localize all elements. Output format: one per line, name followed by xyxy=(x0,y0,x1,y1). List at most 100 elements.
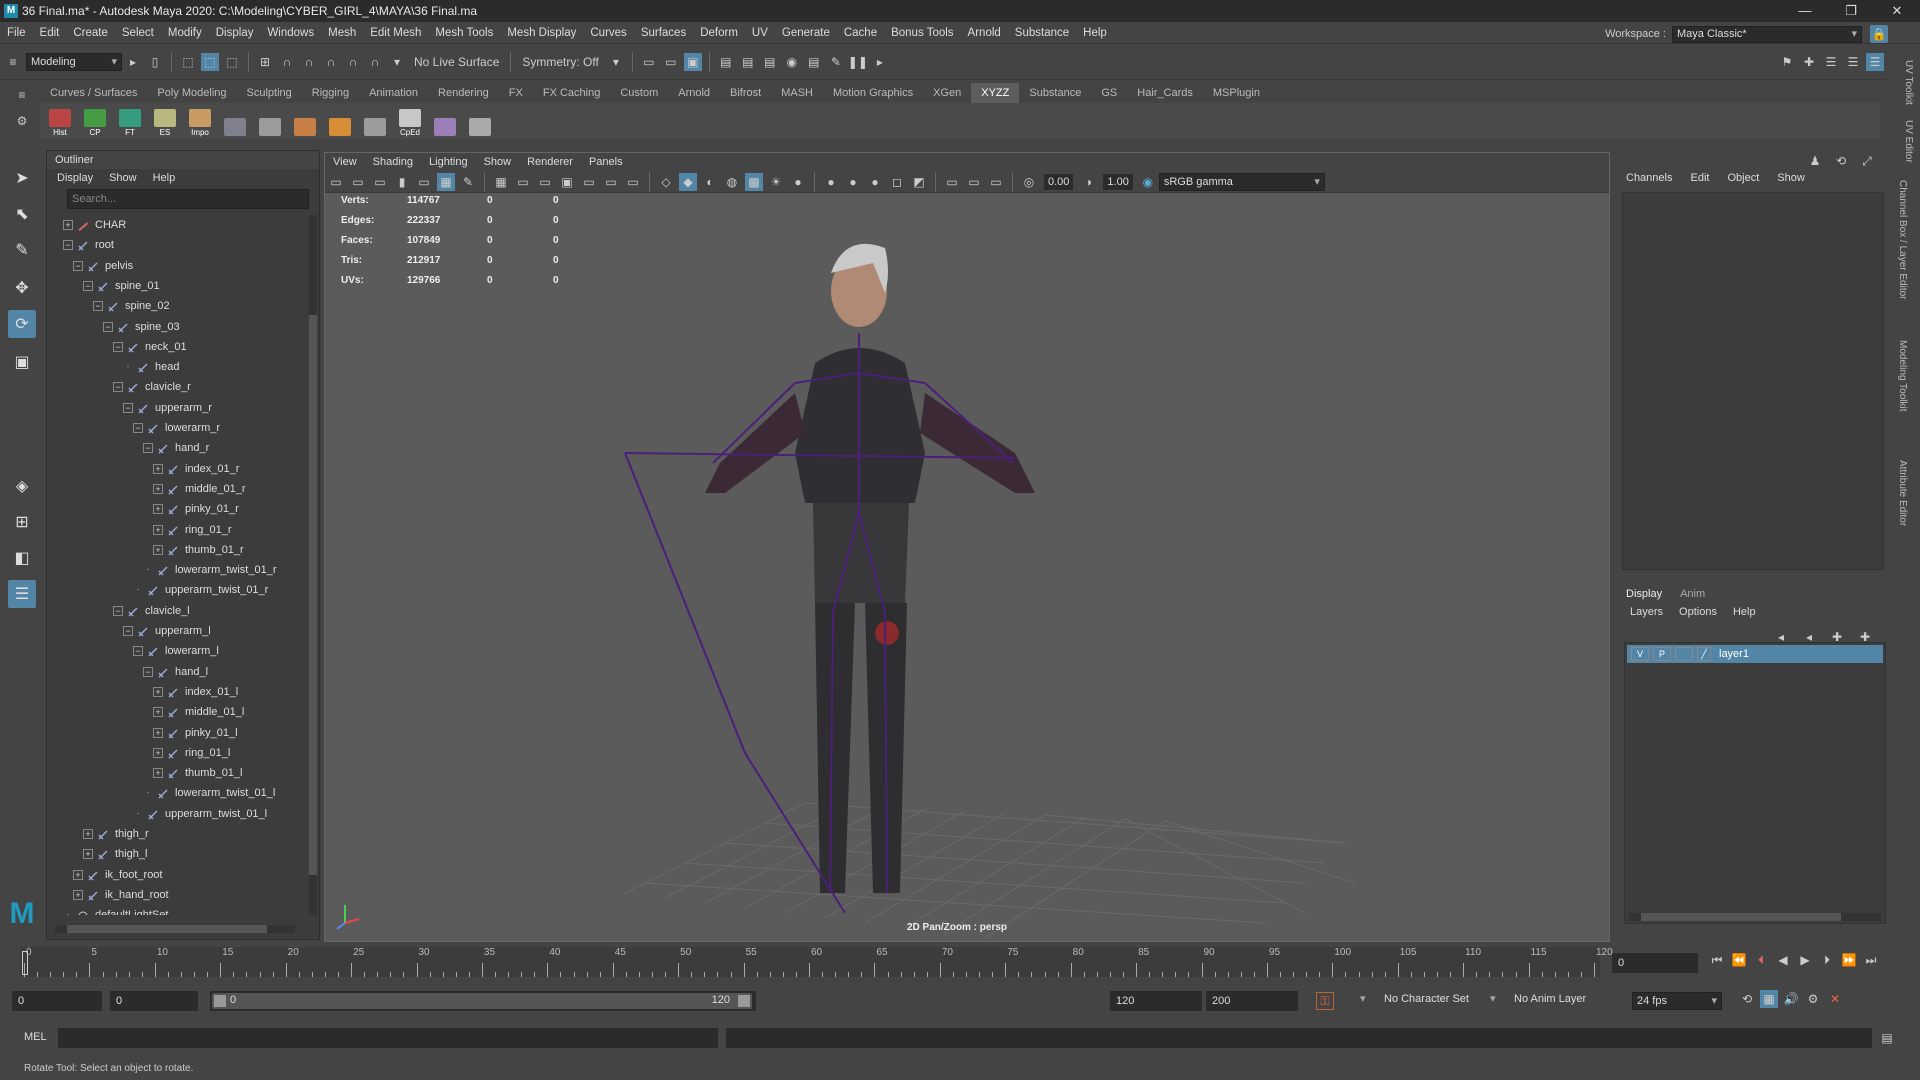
move-tool-icon[interactable]: ✥ xyxy=(8,274,36,302)
outliner-item[interactable]: + pinky_01_l xyxy=(153,723,238,743)
menu-display[interactable]: Display xyxy=(209,27,261,39)
outliner-item[interactable]: + index_01_l xyxy=(153,682,238,702)
layer-color-swatch[interactable]: ╱ xyxy=(1697,647,1711,661)
expand-toggle-icon[interactable]: − xyxy=(113,605,123,616)
shelf-button-9[interactable] xyxy=(359,105,391,137)
minimize-button[interactable]: — xyxy=(1782,0,1828,22)
shelf-settings-icon[interactable]: ⚙ xyxy=(13,112,31,130)
snap-curve-icon[interactable]: ∩ xyxy=(278,53,296,71)
scene-end-field[interactable]: 200 xyxy=(1206,991,1298,1011)
outliner-item[interactable]: + CHAR xyxy=(63,215,126,235)
outliner-item[interactable]: + thumb_01_r xyxy=(153,540,244,560)
expand-toggle-icon[interactable]: − xyxy=(103,321,113,332)
layer-menu-layers[interactable]: Layers xyxy=(1630,606,1663,618)
channel-box-menu-edit[interactable]: Edit xyxy=(1690,172,1709,184)
sound-icon[interactable]: 🔊 xyxy=(1782,990,1800,1008)
tool-settings-icon[interactable]: ☰ xyxy=(1822,53,1840,71)
scene-canvas[interactable] xyxy=(325,193,1609,941)
shelf-tab-curves-surfaces[interactable]: Curves / Surfaces xyxy=(40,83,147,103)
outliner-item[interactable]: − spine_01 xyxy=(83,276,160,296)
safe-title-icon[interactable]: ▭ xyxy=(624,173,642,191)
shelf-button-5[interactable] xyxy=(219,105,251,137)
light-editor-icon[interactable]: ▤ xyxy=(805,53,823,71)
outliner-item[interactable]: + middle_01_r xyxy=(153,479,246,499)
safe-action-icon[interactable]: ▭ xyxy=(602,173,620,191)
anim-layer-arrow-icon[interactable]: ▾ xyxy=(1490,992,1496,1005)
outliner-item[interactable]: · upperarm_twist_01_r xyxy=(133,580,269,600)
layer-tab-anim[interactable]: Anim xyxy=(1680,588,1705,600)
play-backwards-icon[interactable]: ◀ xyxy=(1774,951,1792,969)
xray-joints-icon[interactable]: ▭ xyxy=(943,173,961,191)
expand-toggle-icon[interactable]: + xyxy=(153,463,163,474)
select-tool-icon[interactable]: ➤ xyxy=(8,164,36,192)
construction-history-icon[interactable]: ▭ xyxy=(640,53,658,71)
menu-uv[interactable]: UV xyxy=(745,27,775,39)
go-to-start-icon[interactable]: ⏮ xyxy=(1708,951,1726,969)
wireframe-icon[interactable]: ◇ xyxy=(657,173,675,191)
channel-box-layer-icon[interactable]: ☰ xyxy=(1866,53,1884,71)
outliner-item[interactable]: − spine_03 xyxy=(103,317,180,337)
ipr-render-icon[interactable]: ▤ xyxy=(717,53,735,71)
shelf-tab-arnold[interactable]: Arnold xyxy=(668,83,720,103)
menu-set-dropdown[interactable]: Modeling xyxy=(26,53,122,71)
menu-bonus-tools[interactable]: Bonus Tools xyxy=(884,27,960,39)
lasso-tool-icon[interactable]: ⬉ xyxy=(8,200,36,228)
image-plane-icon[interactable]: ▭ xyxy=(415,173,433,191)
gamma-field[interactable]: 1.00 xyxy=(1103,173,1133,190)
side-tab-channel-box-layer-editor[interactable]: Channel Box / Layer Editor xyxy=(1897,180,1908,300)
anim-layer-field[interactable]: No Anim Layer xyxy=(1514,993,1586,1005)
channel-box-menu-object[interactable]: Object xyxy=(1727,172,1759,184)
shelf-tab-rigging[interactable]: Rigging xyxy=(302,83,359,103)
layer-row[interactable]: V P ╱ layer1 xyxy=(1627,645,1883,663)
time-slider[interactable]: 0 5 10 15 20 25 30 35 40 45 50 55 60 65 70 75 80 85 90 95 10… xyxy=(0,945,1920,983)
layer-visibility-toggle[interactable]: V xyxy=(1631,647,1649,661)
exposure-icon[interactable]: ◎ xyxy=(1020,173,1038,191)
outliner-search-input[interactable]: Search... xyxy=(67,189,309,209)
expand-toggle-icon[interactable]: + xyxy=(153,524,163,535)
channel-box-menu-channels[interactable]: Channels xyxy=(1626,172,1672,184)
outliner-item[interactable]: − lowerarm_r xyxy=(133,418,220,438)
backface-culling-icon[interactable]: ▭ xyxy=(987,173,1005,191)
go-to-end-icon[interactable]: ⏭ xyxy=(1862,951,1880,969)
snap-grid-icon[interactable]: ⊞ xyxy=(256,53,274,71)
outliner-menu-display[interactable]: Display xyxy=(57,169,93,187)
expand-toggle-icon[interactable]: + xyxy=(153,483,163,494)
lock-icon[interactable]: 🔒 xyxy=(1870,25,1888,43)
modeling-toolkit-icon[interactable]: ⚑ xyxy=(1778,53,1796,71)
shelf-button-8[interactable] xyxy=(324,105,356,137)
expand-toggle-icon[interactable]: − xyxy=(93,301,103,312)
menu-generate[interactable]: Generate xyxy=(775,27,837,39)
expand-toggle-icon[interactable]: − xyxy=(113,341,123,352)
side-tab-uv-toolkit[interactable]: UV Toolkit xyxy=(1903,60,1914,105)
h-scrollbar-thumb[interactable] xyxy=(67,925,267,933)
shelf-button-cped[interactable]: CpEd xyxy=(394,105,426,137)
expand-toggle-icon[interactable]: + xyxy=(153,504,163,515)
side-tab-modeling-toolkit[interactable]: Modeling Toolkit xyxy=(1897,340,1908,412)
expand-toggle-icon[interactable]: + xyxy=(83,849,93,860)
four-view-layout-icon[interactable]: ⊞ xyxy=(8,508,36,536)
colorspace-dropdown[interactable]: sRGB gamma xyxy=(1158,172,1325,191)
character-prefs-icon[interactable]: ✕ xyxy=(1826,990,1844,1008)
close-button[interactable]: ✕ xyxy=(1874,0,1920,22)
collapse-handle-icon[interactable]: ≡ xyxy=(4,53,22,71)
outliner-menu-show[interactable]: Show xyxy=(109,169,137,187)
fps-dropdown[interactable]: 24 fps xyxy=(1632,992,1722,1010)
exposure-field[interactable]: 0.00 xyxy=(1044,173,1074,190)
outliner-item[interactable]: − clavicle_r xyxy=(113,377,191,397)
outliner-item[interactable]: + ring_01_r xyxy=(153,520,231,540)
channel-box-menu-show[interactable]: Show xyxy=(1777,172,1805,184)
shelf-button-es[interactable]: ES xyxy=(149,105,181,137)
motion-blur-icon[interactable]: ● xyxy=(822,173,840,191)
refresh-icon[interactable]: ⟲ xyxy=(1832,152,1850,170)
shelf-tab-fx-caching[interactable]: FX Caching xyxy=(533,83,610,103)
menu-create[interactable]: Create xyxy=(66,27,115,39)
outliner-item[interactable]: · lowerarm_twist_01_l xyxy=(143,783,276,803)
viewport-menu-view[interactable]: View xyxy=(333,156,357,168)
shelf-button-7[interactable] xyxy=(289,105,321,137)
expand-toggle-icon[interactable]: − xyxy=(113,382,123,393)
grease-pencil-icon[interactable]: ✎ xyxy=(459,173,477,191)
render-setup-icon[interactable]: ◉ xyxy=(783,53,801,71)
rotate-tool-icon[interactable]: ⟳ xyxy=(8,310,36,338)
expand-toggle-icon[interactable]: − xyxy=(123,402,133,413)
menu-help[interactable]: Help xyxy=(1076,27,1114,39)
